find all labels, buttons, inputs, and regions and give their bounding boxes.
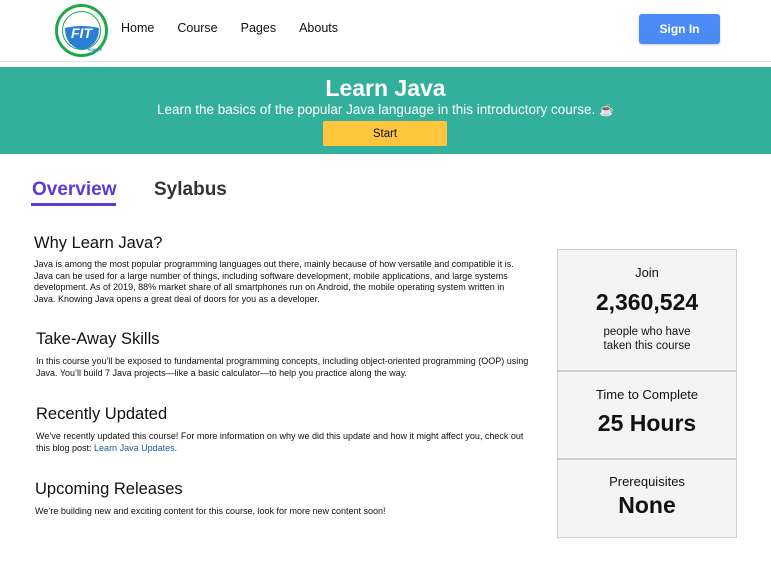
hero-title: Learn Java — [325, 75, 446, 101]
stat-prereq-value: None — [618, 492, 676, 518]
svg-text:HCMUTE: HCMUTE — [88, 48, 104, 52]
stat-time-value: 25 Hours — [597, 410, 697, 436]
nav-pages[interactable]: Pages — [241, 21, 276, 35]
section-body-take-away: In this course you’ll be exposed to fund… — [36, 356, 529, 378]
sign-in-button[interactable]: Sign In — [639, 14, 720, 44]
tab-overview[interactable]: Overview — [32, 179, 117, 201]
stat-prerequisites: Prerequisites None — [557, 459, 737, 538]
learn-java-updates-link[interactable]: Learn Java Updates. — [94, 443, 177, 453]
main-nav: Home Course Pages Abouts — [121, 21, 361, 35]
hero-subtitle: Learn the basics of the popular Java lan… — [0, 102, 771, 117]
tab-sylabus[interactable]: Sylabus — [154, 179, 227, 201]
nav-home[interactable]: Home — [121, 21, 154, 35]
stat-time-label: Time to Complete — [595, 387, 699, 402]
section-heading-recently-updated: Recently Updated — [36, 405, 168, 423]
stat-join: Join 2,360,524 people who have taken thi… — [557, 249, 737, 371]
stat-join-note: people who have taken this course — [603, 326, 691, 352]
section-heading-why-learn: Why Learn Java? — [34, 234, 163, 252]
stat-join-label: Join — [635, 265, 659, 280]
section-heading-take-away: Take-Away Skills — [36, 330, 160, 348]
hero-banner: Learn Java Learn the basics of the popul… — [0, 67, 771, 154]
start-button[interactable]: Start — [323, 121, 447, 146]
section-body-why-learn: Java is among the most popular programmi… — [34, 259, 514, 304]
fit-logo[interactable]: FIT HCMUTE — [55, 4, 108, 57]
nav-course[interactable]: Course — [177, 21, 217, 35]
coffee-icon: ☕ — [599, 103, 614, 117]
nav-abouts[interactable]: Abouts — [299, 21, 338, 35]
stat-prereq-label: Prerequisites — [609, 474, 685, 489]
svg-text:FIT: FIT — [71, 25, 93, 41]
section-body-recently-updated: We’ve recently updated this course! For … — [36, 431, 536, 454]
hero-subtitle-text: Learn the basics of the popular Java lan… — [157, 102, 596, 117]
section-body-upcoming: We’re building new and exciting content … — [35, 506, 386, 516]
stat-time: Time to Complete 25 Hours — [557, 371, 737, 459]
top-navbar: FIT HCMUTE Home Course Pages Abouts Sign… — [0, 0, 771, 62]
tab-active-indicator — [31, 203, 116, 206]
stat-join-value: 2,360,524 — [595, 289, 699, 315]
course-stats-panel: Join 2,360,524 people who have taken thi… — [557, 249, 737, 538]
section-heading-upcoming: Upcoming Releases — [35, 480, 183, 498]
